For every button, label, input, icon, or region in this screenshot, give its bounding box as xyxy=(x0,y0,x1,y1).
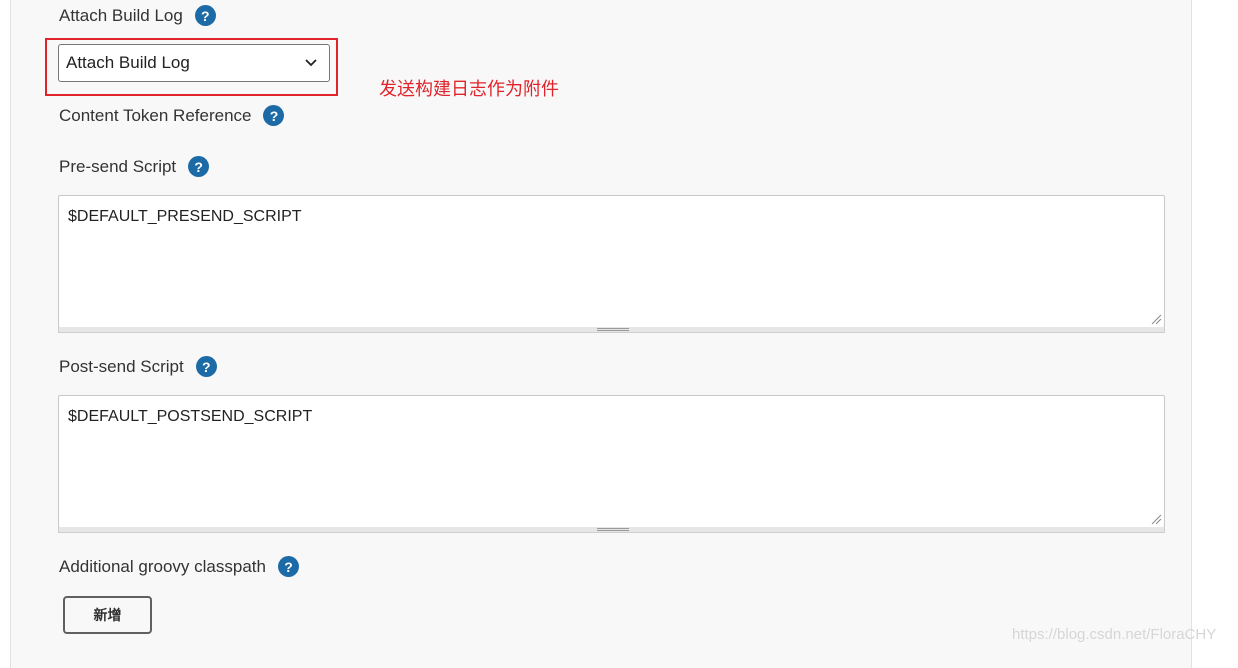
presend-script-label: Pre-send Script ? xyxy=(59,156,210,177)
textarea-resize-grip[interactable] xyxy=(58,327,1165,333)
annotation-text: 发送构建日志作为附件 xyxy=(379,79,559,99)
attach-build-log-label: Attach Build Log ? xyxy=(59,5,216,26)
attach-build-log-select[interactable]: Attach Build Log xyxy=(58,44,330,82)
help-icon[interactable]: ? xyxy=(277,556,299,577)
resize-handle-icon[interactable] xyxy=(1151,314,1162,325)
help-icon[interactable]: ? xyxy=(194,5,216,26)
help-icon[interactable]: ? xyxy=(263,105,285,126)
postsend-script-textarea[interactable]: $DEFAULT_POSTSEND_SCRIPT xyxy=(58,395,1165,528)
watermark: https://blog.csdn.net/FloraCHY xyxy=(1012,626,1217,643)
resize-handle-icon[interactable] xyxy=(1151,514,1162,525)
help-icon[interactable]: ? xyxy=(188,156,210,177)
content-token-reference-label: Content Token Reference ? xyxy=(59,105,285,126)
add-button[interactable]: 新增 xyxy=(63,596,152,634)
textarea-resize-grip[interactable] xyxy=(58,527,1165,533)
grip-icon xyxy=(597,528,629,531)
help-icon[interactable]: ? xyxy=(195,356,217,377)
chevron-down-icon xyxy=(305,59,317,67)
groovy-classpath-label: Additional groovy classpath ? xyxy=(59,556,299,577)
presend-script-textarea[interactable]: $DEFAULT_PRESEND_SCRIPT xyxy=(58,195,1165,328)
grip-icon xyxy=(597,328,629,331)
postsend-script-label: Post-send Script ? xyxy=(59,356,217,377)
